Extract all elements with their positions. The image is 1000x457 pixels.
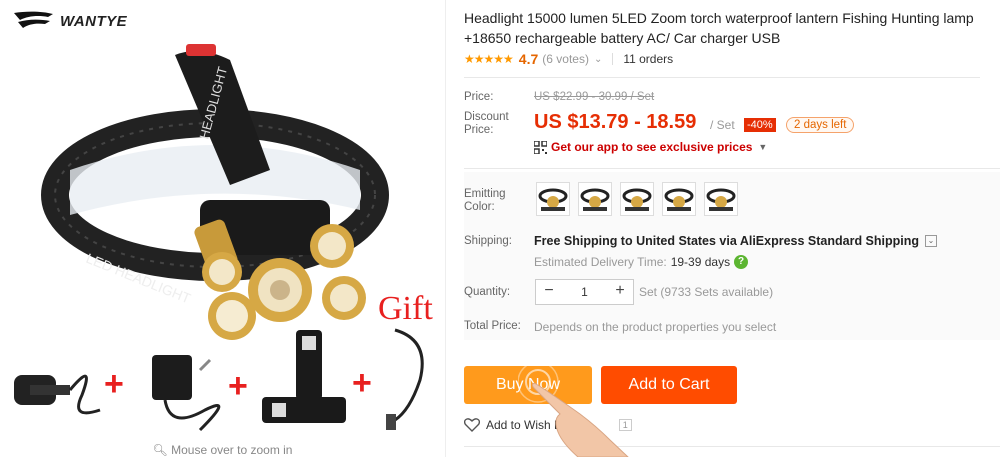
- color-swatch-2[interactable]: [578, 182, 612, 216]
- headlamp-thumb-icon: [622, 188, 652, 211]
- color-swatch-5[interactable]: [704, 182, 738, 216]
- product-image-gallery[interactable]: WANTYE HEADLIGHT LED HEADLIGHT + + + Gif…: [0, 0, 445, 457]
- divider: [445, 0, 446, 457]
- color-swatch-4[interactable]: [662, 182, 696, 216]
- shipping-method[interactable]: Free Shipping to United States via AliEx…: [534, 234, 938, 248]
- orders-count: 11 orders: [623, 52, 674, 66]
- color-swatches: [536, 182, 738, 216]
- shipping-label: Shipping:: [464, 235, 512, 247]
- days-left-badge: 2 days left: [786, 117, 855, 133]
- delivery-days: 19-39 days: [670, 255, 731, 269]
- divider: [612, 53, 614, 65]
- divider: [464, 77, 980, 78]
- votes-link[interactable]: (6 votes): [542, 52, 589, 66]
- quantity-stepper: − 1 +: [535, 279, 634, 305]
- price-label: Price:: [464, 91, 494, 103]
- rating-value: 4.7: [518, 51, 539, 67]
- quantity-input[interactable]: 1: [562, 285, 607, 299]
- total-price-label: Total Price:: [464, 320, 521, 332]
- divider: [464, 168, 1000, 169]
- shipping-text: Free Shipping to United States via AliEx…: [534, 234, 920, 248]
- heart-icon: [464, 418, 480, 432]
- headlamp-thumb-icon: [706, 188, 736, 211]
- plus-icon: +: [228, 367, 248, 405]
- product-title: Headlight 15000 lumen 5LED Zoom torch wa…: [464, 10, 974, 46]
- stock-available: Set (9733 Sets available): [639, 285, 774, 299]
- discount-price-label: Discount Price:: [464, 111, 509, 136]
- price-unit: / Set: [710, 118, 735, 132]
- delivery-estimate: Estimated Delivery Time: 19-39 days ?: [534, 255, 749, 269]
- headlamp-thumb-icon: [580, 188, 610, 211]
- plus-icon: +: [352, 364, 372, 402]
- quantity-increase-button[interactable]: +: [607, 280, 633, 304]
- app-promo-link[interactable]: Get our app to see exclusive prices ▼: [534, 140, 767, 154]
- magnifier-icon: 🔍︎: [152, 443, 168, 457]
- headlamp-product-image: HEADLIGHT LED HEADLIGHT: [14, 44, 424, 432]
- pointing-hand-cursor-icon: [518, 362, 629, 457]
- total-price-text: Depends on the product properties you se…: [534, 320, 777, 334]
- rating-stars-icon: ★★★★★: [464, 52, 514, 66]
- color-swatch-3[interactable]: [620, 182, 654, 216]
- qr-code-icon: [534, 140, 547, 154]
- headlamp-thumb-icon: [538, 188, 568, 211]
- app-promo-text: Get our app to see exclusive prices: [551, 140, 753, 154]
- quantity-decrease-button[interactable]: −: [536, 280, 562, 304]
- caret-down-icon: ▼: [758, 142, 768, 152]
- headlamp-thumb-icon: [664, 188, 694, 211]
- chevron-down-icon[interactable]: ⌄: [594, 54, 602, 65]
- chevron-down-icon[interactable]: ⌄: [925, 235, 938, 247]
- rating-row: ★★★★★ 4.7 (6 votes) ⌄ 11 orders: [464, 51, 673, 67]
- plus-icon: +: [104, 365, 124, 403]
- gift-label: Gift: [378, 290, 433, 327]
- emitting-color-label: Emitting Color:: [464, 188, 506, 213]
- original-price: US $22.99 - 30.99 / Set: [534, 91, 655, 103]
- discount-price: US $13.79 - 18.59: [534, 111, 697, 133]
- quantity-label: Quantity:: [464, 286, 511, 298]
- discount-badge: -40%: [744, 118, 776, 132]
- help-icon[interactable]: ?: [734, 255, 749, 269]
- zoom-hint: 🔍︎ Mouse over to zoom in: [152, 443, 293, 457]
- delivery-label: Estimated Delivery Time:: [534, 255, 667, 269]
- color-swatch-1[interactable]: [536, 182, 570, 216]
